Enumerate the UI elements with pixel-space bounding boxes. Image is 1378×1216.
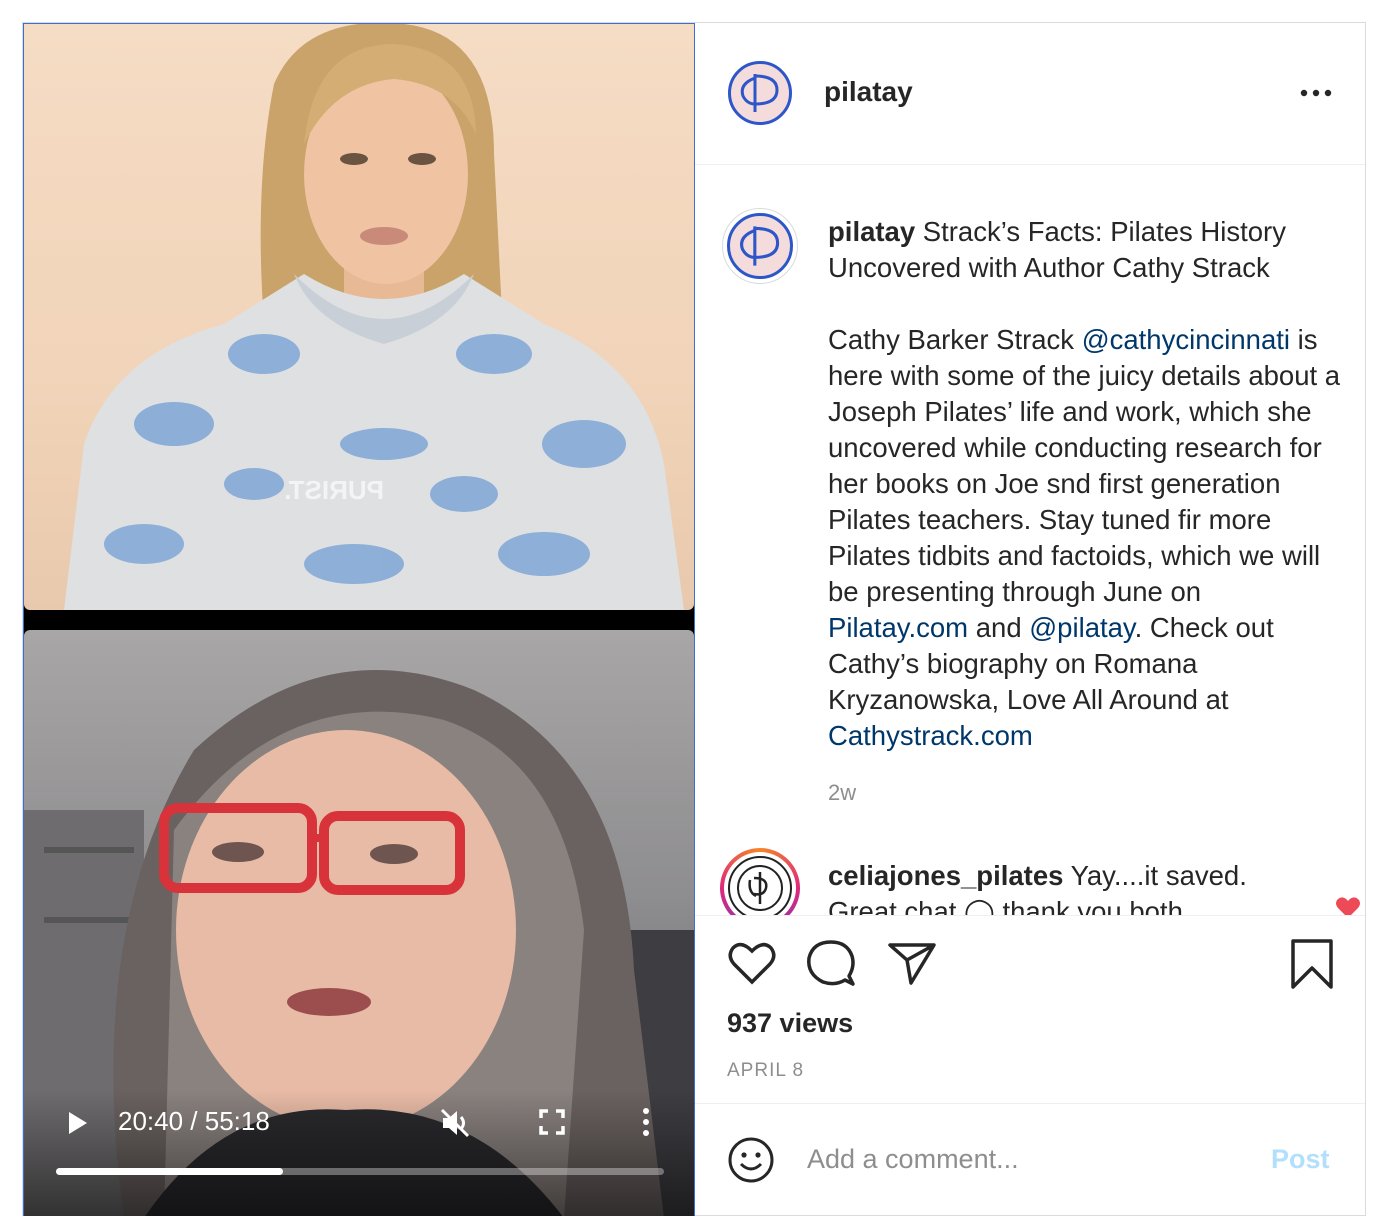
pilatay-logo-icon [740,226,780,266]
author-username[interactable]: pilatay [824,76,913,108]
save-button[interactable] [1289,938,1335,990]
caption-username[interactable]: pilatay [828,216,915,247]
caption-text-3: and [968,612,1030,643]
commenter-avatar-inner [724,852,796,915]
link-pilatay-com[interactable]: Pilatay.com [828,612,968,643]
post-comment-button[interactable]: Post [1271,1144,1330,1175]
emoji-button[interactable] [727,1136,775,1184]
post-caption: pilatay Strack’s Facts: Pilates History … [828,214,1348,754]
video-frame-top: PURIST. [24,24,694,610]
caption-avatar-wrap [722,208,798,284]
play-button[interactable] [62,1108,92,1138]
shirt-text: PURIST. [284,475,384,505]
more-horizontal-icon [1300,89,1332,97]
caption-age: 2w [828,780,857,805]
comment-button[interactable] [805,938,857,988]
post-actions: 937 views APRIL 8 [695,915,1365,1103]
heart-icon [728,942,776,985]
caption-text-1: Cathy Barker Strack [828,324,1082,355]
link-cathystrack-com[interactable]: Cathystrack.com [828,720,1033,751]
like-button[interactable] [727,940,777,986]
share-icon [888,943,936,985]
comment-icon [807,940,855,986]
mute-icon [440,1108,470,1138]
participant-1-image: PURIST. [64,24,684,610]
post-header: pilatay [695,23,1365,165]
video-controls: 20:40 / 55:18 [24,1090,694,1216]
caption-body: Cathy Barker Strack @cathycincinnati is … [828,322,1348,754]
video-player[interactable]: PURIST. 20:40 / 55:18 [23,23,695,1216]
post-options-button[interactable] [1299,85,1333,101]
mention-pilatay[interactable]: @pilatay [1029,612,1134,643]
commenter-logo-icon [737,865,783,911]
caption-text-2: is here with some of the juicy details a… [828,324,1341,607]
mute-button[interactable] [438,1106,472,1140]
comment-username[interactable]: celiajones_pilates [828,860,1063,891]
heart-filled-icon [1336,897,1360,915]
video-time: 20:40 / 55:18 [118,1106,270,1136]
commenter-avatar-ring[interactable] [720,848,800,915]
video-progress-bar[interactable] [56,1168,664,1175]
post-container: PURIST. 20:40 / 55:18 pilatay pilatay St… [22,22,1366,1216]
bookmark-icon [1291,939,1333,989]
comments-section[interactable]: pilatay Strack’s Facts: Pilates History … [695,166,1365,915]
comment-composer: Post [695,1103,1365,1215]
video-more-button[interactable] [638,1106,654,1138]
pilatay-logo-icon [740,74,779,112]
author-avatar[interactable] [728,61,792,125]
play-icon [69,1112,87,1134]
share-button[interactable] [887,940,937,986]
post-date: APRIL 8 [727,1060,805,1081]
mention-cathycincinnati[interactable]: @cathycincinnati [1082,324,1290,355]
fullscreen-button[interactable] [538,1108,566,1136]
fullscreen-icon [539,1109,565,1135]
comment-item: celiajones_pilates Yay....it saved. Grea… [828,858,1288,915]
video-progress-fill [56,1168,284,1175]
emoji-icon [728,1137,774,1183]
post-side-panel: pilatay pilatay Strack’s Facts: Pilates … [695,23,1365,1215]
comment-like-button[interactable] [1335,896,1361,915]
commenter-avatar [728,856,792,915]
view-count[interactable]: 937 views [727,1008,853,1039]
more-vertical-icon [643,1108,649,1136]
comment-input[interactable] [807,1132,1247,1186]
caption-avatar[interactable] [727,213,793,279]
